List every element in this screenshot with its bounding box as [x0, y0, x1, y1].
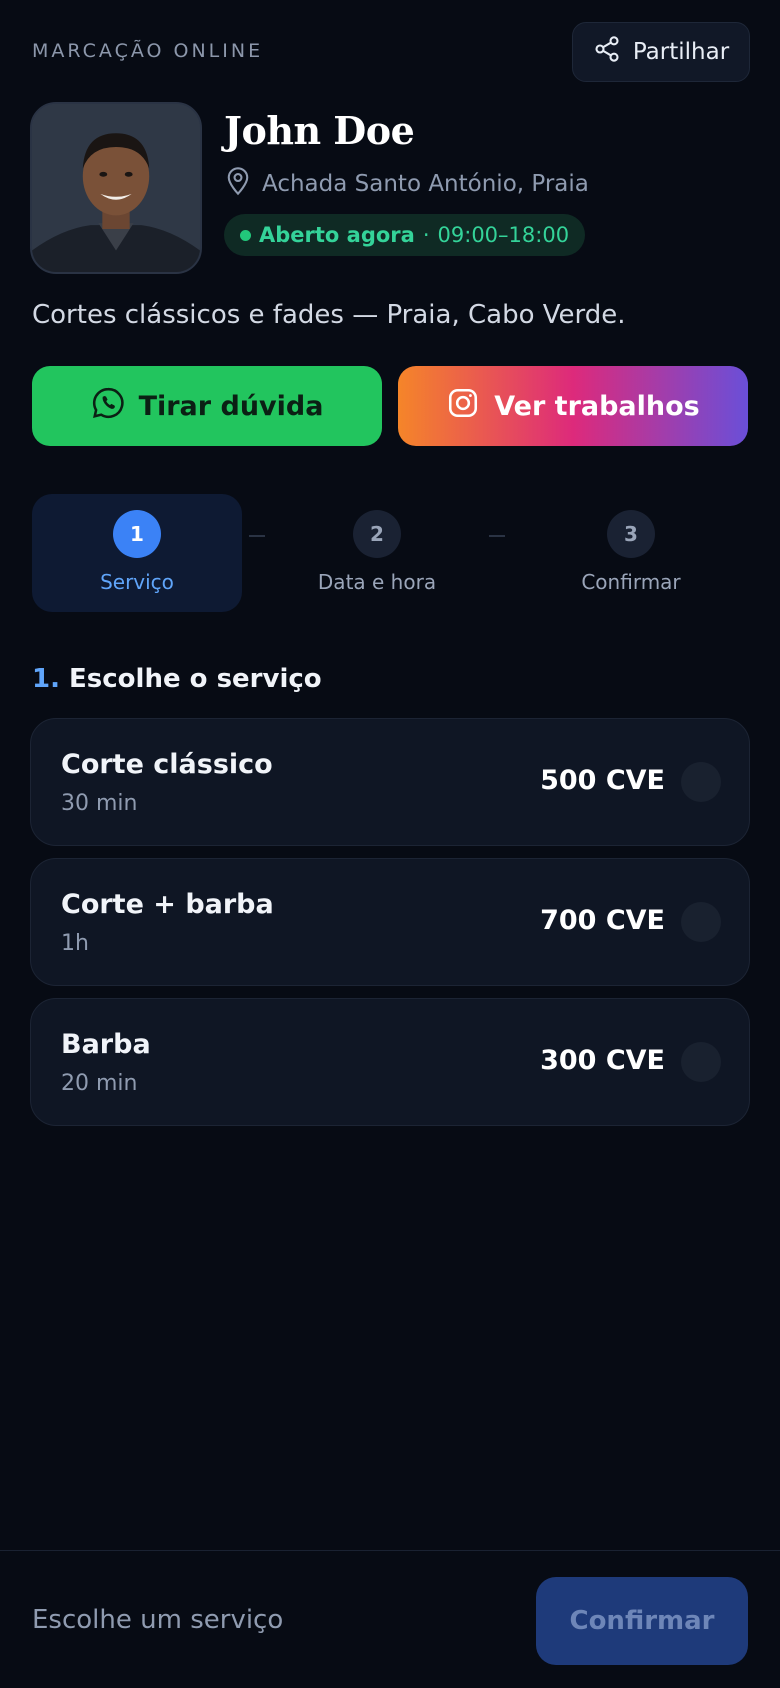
step-data-e-hora[interactable]: 2 Data e hora: [272, 494, 482, 612]
section-number: 1.: [32, 664, 60, 694]
service-duration: 30 min: [61, 791, 138, 816]
service-name: Corte + barba: [61, 889, 274, 920]
service-price: 700 CVE: [540, 905, 665, 936]
tagline: Cortes clássicos e fades — Praia, Cabo V…: [32, 300, 626, 330]
step-number: 3: [607, 510, 655, 558]
section-title-text: Escolhe o serviço: [69, 664, 322, 694]
whatsapp-button-label: Tirar dúvida: [138, 390, 324, 422]
service-name: Barba: [61, 1029, 151, 1060]
step-confirmar[interactable]: 3 Confirmar: [526, 494, 736, 612]
barber-name: John Doe: [224, 108, 415, 153]
status-open-text: Aberto agora: [259, 223, 415, 247]
service-radio[interactable]: [681, 902, 721, 942]
step-label: Data e hora: [317, 570, 437, 594]
booking-page: MARCAÇÃO ONLINE Partilhar John Doe Achad…: [0, 0, 780, 1688]
avatar: [30, 102, 202, 274]
whatsapp-button[interactable]: Tirar dúvida: [32, 366, 382, 446]
share-label: Partilhar: [632, 39, 730, 65]
status-badge: Aberto agora · 09:00–18:00: [224, 214, 586, 256]
service-duration: 1h: [61, 931, 89, 956]
service-price: 300 CVE: [540, 1045, 665, 1076]
service-card-corte-barba[interactable]: Corte + barba 1h 700 CVE: [30, 858, 750, 986]
location-pin-icon: [224, 166, 252, 202]
step-servico[interactable]: 1 Serviço: [32, 494, 242, 612]
service-price: 500 CVE: [540, 765, 665, 796]
instagram-button[interactable]: Ver trabalhos: [398, 366, 748, 446]
location: Achada Santo António, Praia: [224, 166, 589, 202]
instagram-icon: [446, 386, 480, 427]
service-radio[interactable]: [681, 762, 721, 802]
service-duration: 20 min: [61, 1071, 138, 1096]
step-label: Serviço: [100, 570, 174, 594]
service-radio[interactable]: [681, 1042, 721, 1082]
step-number: 2: [353, 510, 401, 558]
status-separator: ·: [422, 223, 430, 247]
step-divider: [489, 535, 505, 537]
confirm-button[interactable]: Confirmar: [536, 1577, 748, 1665]
service-name: Corte clássico: [61, 749, 273, 780]
service-card-corte-classico[interactable]: Corte clássico 30 min 500 CVE: [30, 718, 750, 846]
step-label: Confirmar: [581, 570, 681, 594]
status-dot-icon: [240, 229, 251, 241]
bottom-bar: Escolhe um serviço Confirmar: [0, 1550, 780, 1688]
share-button[interactable]: Partilhar: [572, 22, 750, 82]
step-number: 1: [113, 510, 161, 558]
page-kicker: MARCAÇÃO ONLINE: [32, 40, 264, 62]
status-hours: 09:00–18:00: [437, 223, 570, 247]
section-title: 1. Escolhe o serviço: [32, 664, 322, 694]
selection-hint: Escolhe um serviço: [32, 1605, 284, 1635]
instagram-button-label: Ver trabalhos: [494, 390, 700, 422]
service-card-barba[interactable]: Barba 20 min 300 CVE: [30, 998, 750, 1126]
whatsapp-icon: [91, 386, 125, 427]
location-text: Achada Santo António, Praia: [262, 171, 589, 197]
share-icon: [593, 35, 621, 69]
step-divider: [249, 535, 265, 537]
